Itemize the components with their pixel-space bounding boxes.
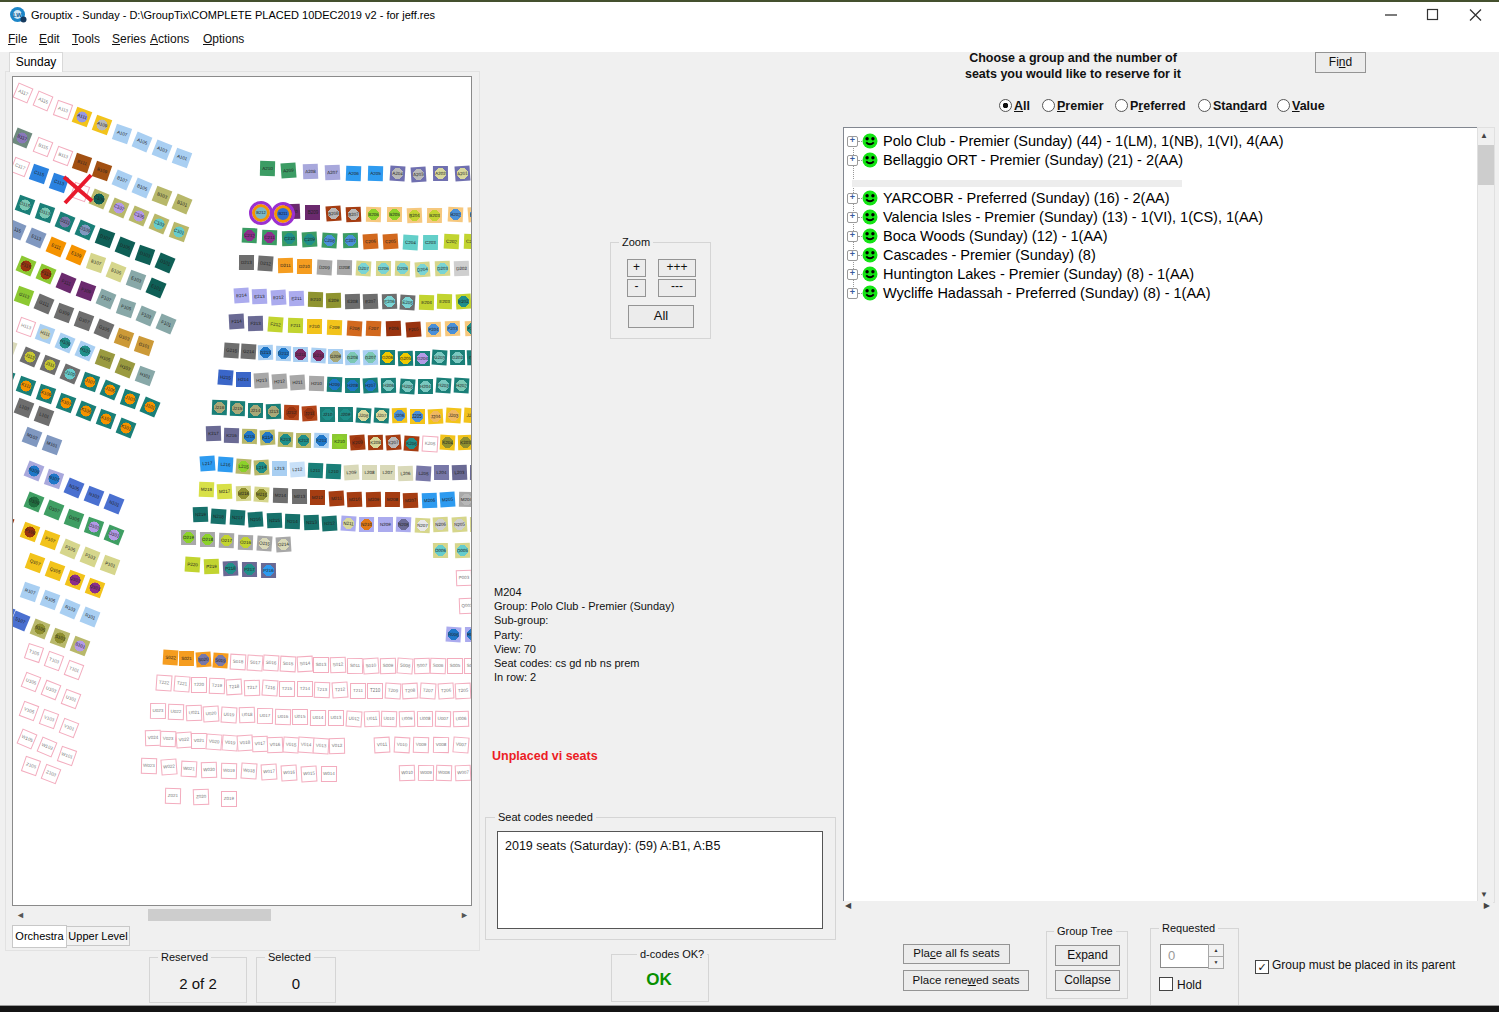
- svg-text:LW: LW: [13, 12, 22, 18]
